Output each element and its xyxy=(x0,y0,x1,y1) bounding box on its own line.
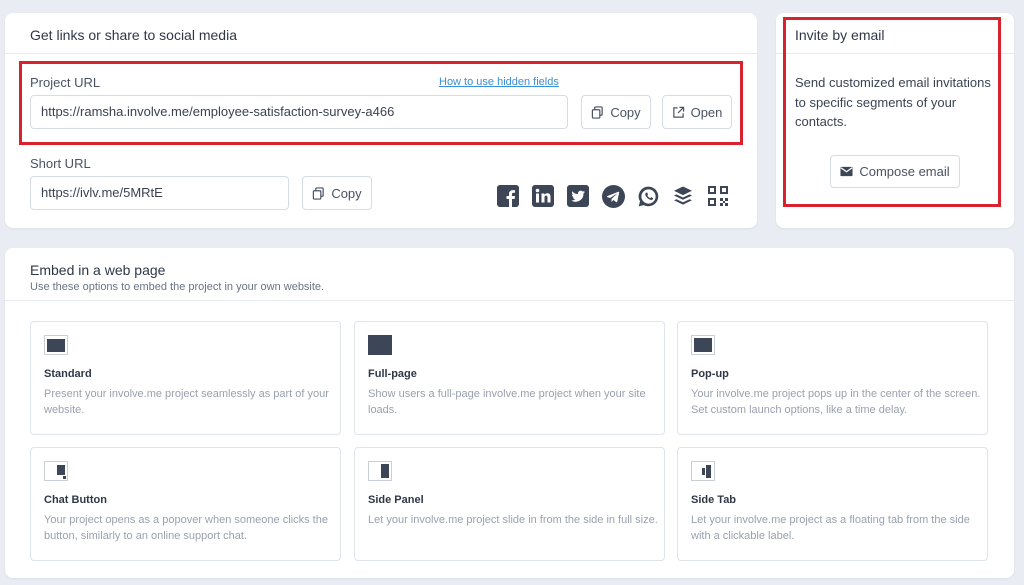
embed-option-name: Full-page xyxy=(368,368,417,380)
embed-option-description: Let your involve.me project as a floatin… xyxy=(691,514,970,542)
invite-card-title: Invite by email xyxy=(795,27,885,43)
embed-option-name: Standard xyxy=(44,368,92,380)
embed-option-popup[interactable]: Pop-up Your involve.me project pops up i… xyxy=(677,321,988,435)
short-url-label: Short URL xyxy=(30,156,91,171)
embed-card-divider xyxy=(5,300,1014,301)
whatsapp-icon[interactable] xyxy=(636,184,660,208)
embed-card-title: Embed in a web page xyxy=(30,262,166,278)
open-project-url-label: Open xyxy=(690,104,723,120)
envelope-icon xyxy=(840,166,853,177)
embed-option-standard[interactable]: Standard Present your involve.me project… xyxy=(30,321,341,435)
embed-option-description: Show users a full-page involve.me projec… xyxy=(368,388,646,416)
project-url-input[interactable]: https://ramsha.involve.me/employee-satis… xyxy=(30,95,568,129)
full-page-embed-icon xyxy=(368,335,392,355)
embed-option-description: Present your involve.me project seamless… xyxy=(44,388,329,416)
embed-option-side-tab[interactable]: Side Tab Let your involve.me project as … xyxy=(677,447,988,561)
standard-embed-icon xyxy=(44,335,68,355)
embed-option-full-page[interactable]: Full-page Show users a full-page involve… xyxy=(354,321,665,435)
share-card-title: Get links or share to social media xyxy=(30,27,237,43)
embed-option-name: Side Tab xyxy=(691,494,737,506)
linkedin-icon[interactable] xyxy=(531,184,555,208)
embed-option-chat-button[interactable]: Chat Button Your project opens as a popo… xyxy=(30,447,341,561)
copy-icon xyxy=(312,186,325,200)
compose-email-label: Compose email xyxy=(859,164,950,179)
invite-card: Invite by email Send customized email in… xyxy=(776,13,1014,228)
embed-card: Embed in a web page Use these options to… xyxy=(5,248,1014,578)
share-card: Get links or share to social media Proje… xyxy=(5,13,757,228)
side-panel-embed-icon xyxy=(368,461,392,481)
embed-option-description: Let your involve.me project slide in fro… xyxy=(368,514,658,526)
copy-short-url-button[interactable]: Copy xyxy=(302,176,372,210)
copy-project-url-label: Copy xyxy=(610,104,641,120)
hidden-fields-link[interactable]: How to use hidden fields xyxy=(439,76,559,88)
embed-option-name: Chat Button xyxy=(44,494,107,506)
facebook-icon[interactable] xyxy=(496,184,520,208)
side-tab-embed-icon xyxy=(691,461,715,481)
copy-short-url-label: Copy xyxy=(331,185,362,201)
embed-card-subtitle: Use these options to embed the project i… xyxy=(30,281,325,293)
embed-option-name: Pop-up xyxy=(691,368,729,380)
share-card-divider xyxy=(5,53,757,54)
compose-email-button[interactable]: Compose email xyxy=(830,155,960,188)
invite-card-divider xyxy=(776,53,1014,54)
chat-button-embed-icon xyxy=(44,461,68,481)
copy-icon xyxy=(591,105,604,119)
external-link-icon xyxy=(672,106,685,119)
embed-option-side-panel[interactable]: Side Panel Let your involve.me project s… xyxy=(354,447,665,561)
qr-code-icon[interactable] xyxy=(706,184,730,208)
open-project-url-button[interactable]: Open xyxy=(662,95,732,129)
invite-description: Send customized email invitations to spe… xyxy=(795,75,991,129)
popup-embed-icon xyxy=(691,335,715,355)
copy-project-url-button[interactable]: Copy xyxy=(581,95,651,129)
buffer-icon[interactable] xyxy=(671,184,695,208)
embed-option-description: Your project opens as a popover when som… xyxy=(44,514,328,542)
social-share-bar xyxy=(496,184,730,208)
short-url-input[interactable]: https://ivlv.me/5MRtE xyxy=(30,176,289,210)
embed-option-description: Your involve.me project pops up in the c… xyxy=(691,388,981,416)
embed-option-name: Side Panel xyxy=(368,494,424,506)
twitter-icon[interactable] xyxy=(566,184,590,208)
project-url-label: Project URL xyxy=(30,75,101,90)
telegram-icon[interactable] xyxy=(601,184,625,208)
